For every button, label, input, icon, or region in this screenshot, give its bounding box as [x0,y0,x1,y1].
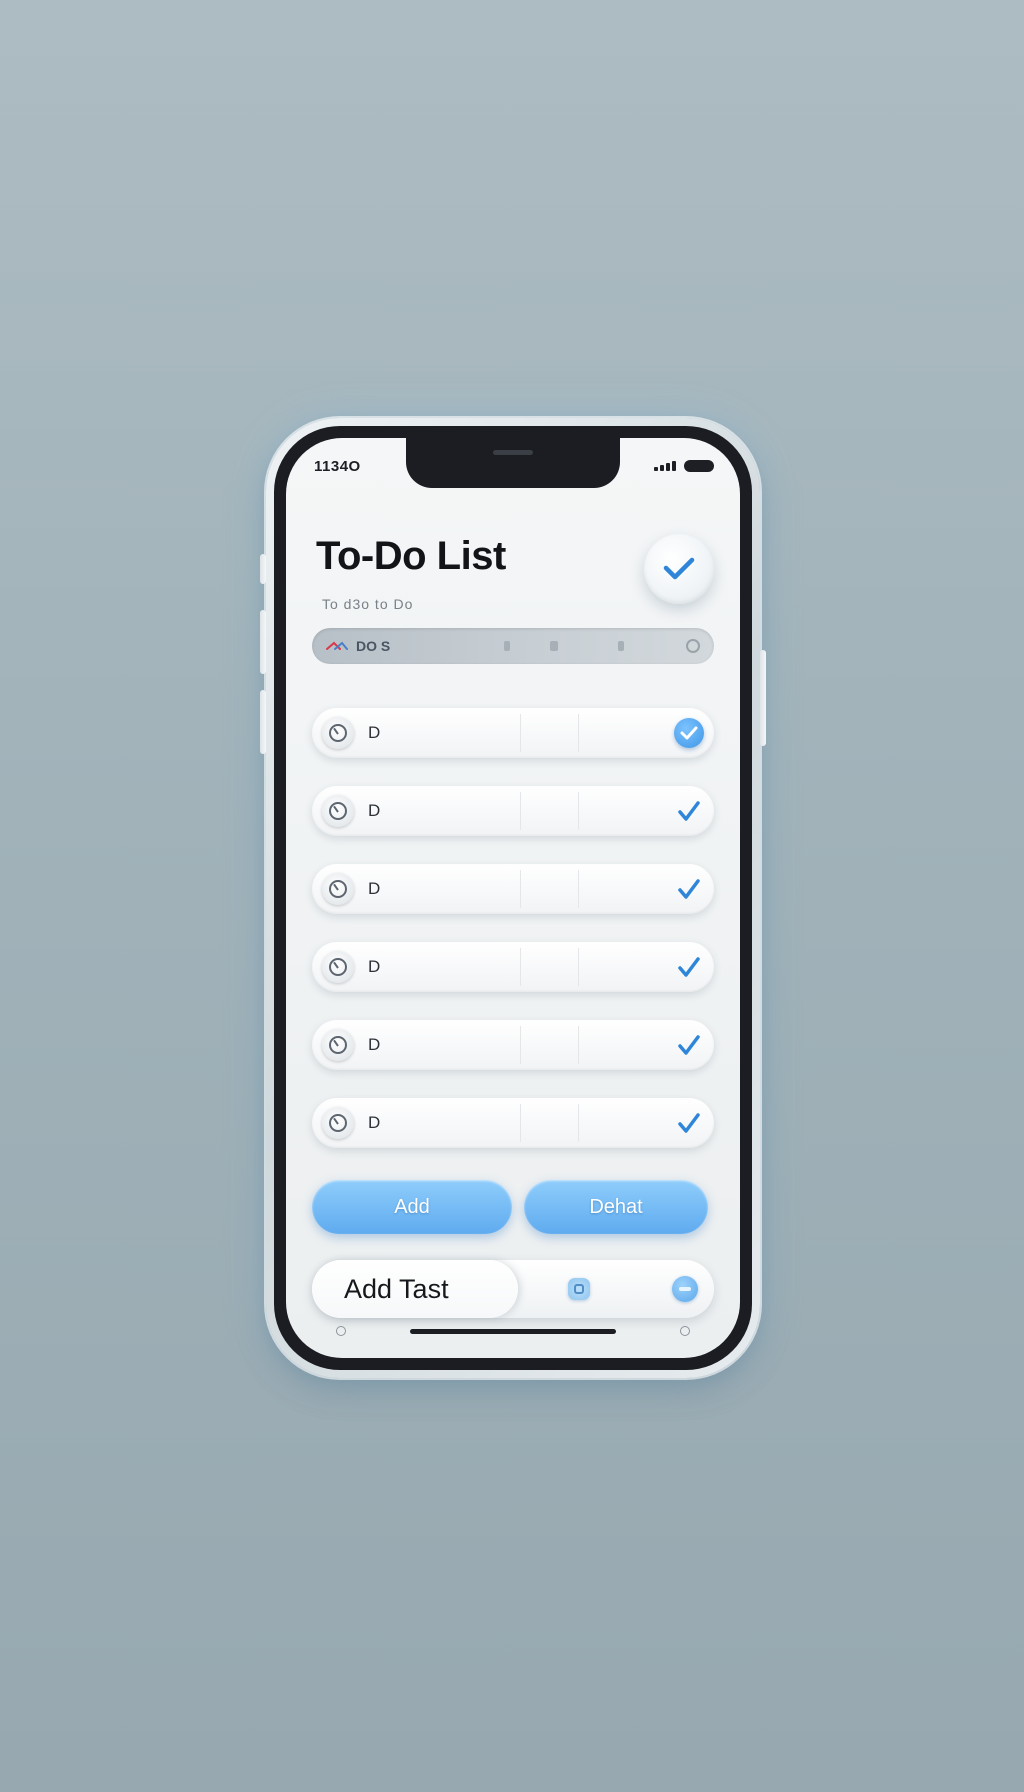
row-divider [578,792,579,830]
task-row[interactable]: D [312,942,714,992]
timer-icon[interactable] [322,1107,354,1139]
checkmark-icon[interactable] [674,874,704,904]
row-divider [520,870,521,908]
remove-icon[interactable] [672,1276,698,1302]
speaker-grille [493,450,533,455]
checkmark-icon [663,557,695,580]
row-divider [578,1104,579,1142]
task-row[interactable]: D [312,786,714,836]
timer-icon[interactable] [322,717,354,749]
timer-icon[interactable] [322,951,354,983]
timer-icon[interactable] [322,795,354,827]
timer-icon[interactable] [322,1029,354,1061]
page-subtitle: To d3o to Do [322,596,414,612]
filter-option-icon[interactable] [618,641,624,651]
phone-screen: 1134O To-Do List To d3o to Do DO S D D D… [286,438,740,1358]
filter-option-icon[interactable] [550,641,558,651]
row-divider [520,714,521,752]
phone-frame: 1134O To-Do List To d3o to Do DO S D D D… [260,418,766,1378]
row-divider [520,792,521,830]
checkmark-icon[interactable] [674,1108,704,1138]
complete-all-button[interactable] [644,534,714,604]
row-divider [578,714,579,752]
battery-icon [684,460,714,472]
filter-option-icon[interactable] [504,641,510,651]
corner-left-icon [336,1326,346,1336]
delete-button[interactable]: Dehat [524,1180,708,1234]
filter-label: DO S [356,638,391,654]
checkmark-icon[interactable] [674,1030,704,1060]
task-row[interactable]: D [312,1020,714,1070]
task-row[interactable]: D [312,1098,714,1148]
signal-icon [654,461,676,471]
task-row[interactable]: D [312,864,714,914]
volume-down-button [260,690,266,754]
status-time: 1134O [314,458,361,475]
task-label: D [368,1113,381,1132]
row-divider [520,1026,521,1064]
status-icons [654,460,714,472]
task-label: D [368,957,381,976]
notch [406,438,620,488]
power-button [760,650,766,746]
task-row[interactable]: D [312,708,714,758]
home-indicator[interactable] [410,1329,616,1334]
corner-right-icon [680,1326,690,1336]
row-divider [578,870,579,908]
add-task-button[interactable]: Add Tast [312,1260,518,1318]
checkmark-icon[interactable] [674,952,704,982]
row-divider [520,1104,521,1142]
timer-icon[interactable] [322,873,354,905]
row-divider [578,948,579,986]
row-divider [578,1026,579,1064]
volume-up-button [260,610,266,674]
checkmark-icon[interactable] [674,796,704,826]
add-button[interactable]: Add [312,1180,512,1234]
add-task-bar: Add Tast [312,1260,714,1318]
checkbox-checked-icon[interactable] [674,718,704,748]
settings-icon[interactable] [686,639,700,653]
row-divider [520,948,521,986]
task-label: D [368,879,381,898]
page-title: To-Do List [316,534,506,578]
task-label: D [368,723,381,742]
stop-icon[interactable] [568,1278,590,1300]
filter-bar[interactable]: DO S [312,628,714,664]
task-label: D [368,1035,381,1054]
logo-icon [326,641,348,650]
mute-switch [260,554,266,584]
task-label: D [368,801,381,820]
